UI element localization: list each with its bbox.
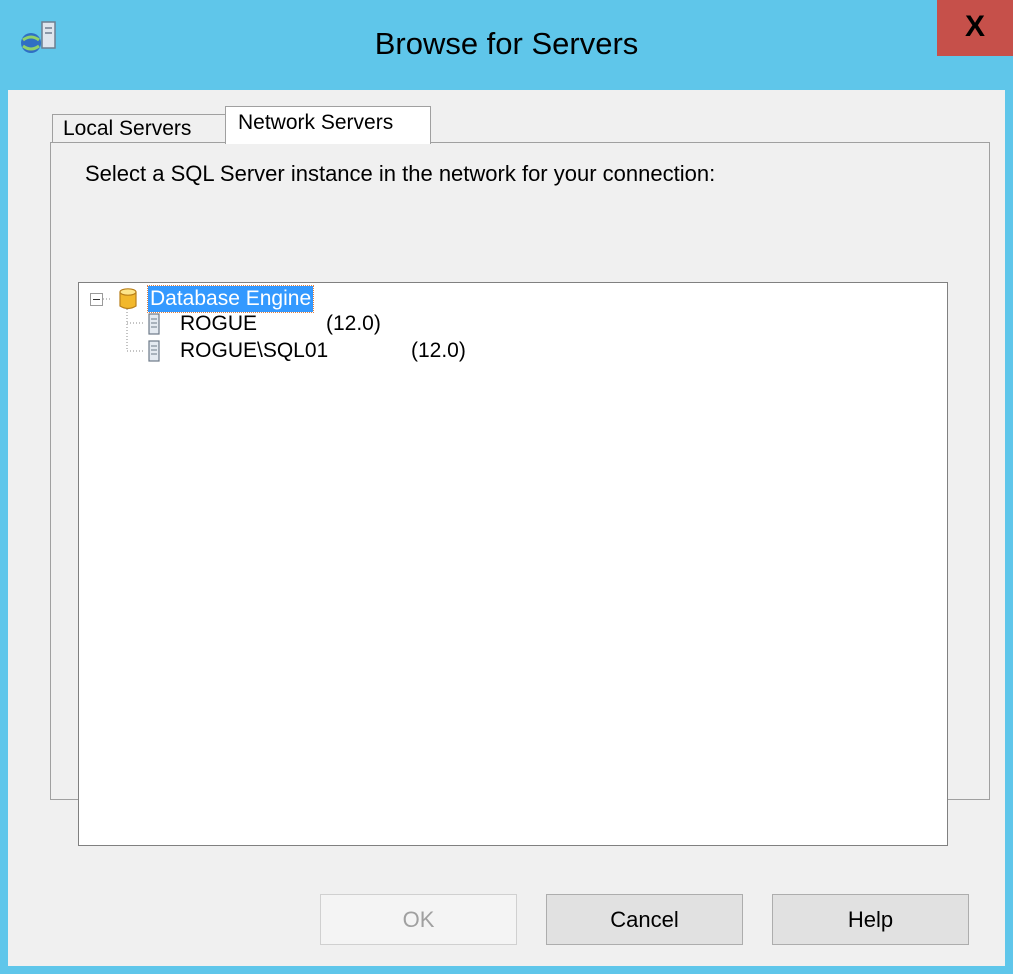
dialog-client-area: Local Servers Network Servers Select a S… (8, 90, 1005, 966)
tree-root-database-engine[interactable]: Database Engine (146, 285, 315, 313)
collapse-toggle-icon[interactable] (90, 293, 103, 306)
ok-button[interactable]: OK (320, 894, 517, 945)
browse-for-servers-dialog: Browse for Servers X Local Servers Netwo… (0, 0, 1013, 974)
window-title: Browse for Servers (374, 26, 639, 61)
tab-network-servers[interactable]: Network Servers (225, 106, 431, 144)
server-icon (148, 313, 160, 335)
close-button[interactable]: X (937, 0, 1013, 56)
server-icon (148, 340, 160, 362)
title-bar[interactable]: Browse for Servers X (0, 0, 1013, 90)
tree-item-version: (12.0) (411, 339, 466, 362)
cancel-button[interactable]: Cancel (546, 894, 743, 945)
database-cylinder-icon (119, 288, 137, 310)
tree-item-name[interactable]: ROGUE\SQL01 (180, 339, 328, 363)
network-servers-panel: Select a SQL Server instance in the netw… (50, 142, 990, 846)
help-button[interactable]: Help (772, 894, 969, 945)
instruction-text: Select a SQL Server instance in the netw… (85, 161, 716, 186)
server-tree[interactable]: Database Engine ROGUE (12.0) ROGUE\SQL01… (78, 282, 948, 846)
tree-item-name[interactable]: ROGUE (180, 312, 257, 336)
tree-item-version: (12.0) (326, 312, 381, 335)
tab-local-servers[interactable]: Local Servers (52, 114, 226, 143)
